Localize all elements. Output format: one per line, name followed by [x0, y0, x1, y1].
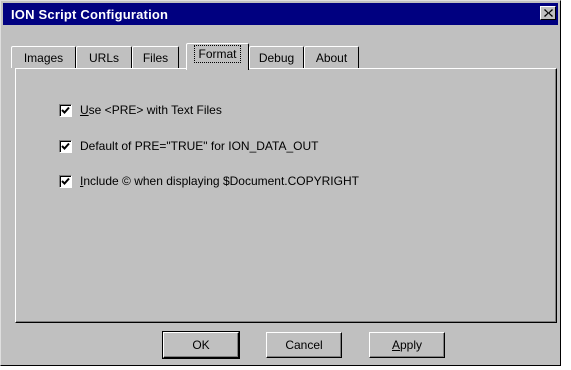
tab-images-label: Images	[23, 50, 64, 65]
tab-about-label: About	[315, 50, 348, 65]
cancel-button-label: Cancel	[285, 338, 323, 352]
tab-files[interactable]: Files	[132, 46, 179, 68]
option-use-pre[interactable]: Use <PRE> with Text Files	[59, 102, 222, 118]
ion-script-configuration-dialog: ION Script Configuration Images URLs Fil…	[0, 0, 561, 366]
include-copyright-label: Include © when displaying $Document.COPY…	[80, 174, 359, 188]
close-button[interactable]	[540, 6, 556, 20]
ok-button-label: OK	[192, 338, 210, 352]
tab-format-label: Format	[194, 45, 241, 63]
checkmark-icon	[61, 142, 70, 150]
default-pre-true-label: Default of PRE="TRUE" for ION_DATA_OUT	[80, 139, 319, 153]
tab-images[interactable]: Images	[11, 46, 76, 68]
include-copyright-checkbox[interactable]	[59, 174, 72, 188]
title-bar[interactable]: ION Script Configuration	[3, 3, 558, 25]
checkmark-icon	[61, 106, 70, 114]
option-default-pre-true[interactable]: Default of PRE="TRUE" for ION_DATA_OUT	[59, 138, 318, 154]
tab-urls-label: URLs	[88, 50, 119, 65]
checkmark-icon	[61, 177, 70, 185]
apply-button[interactable]: Apply	[369, 332, 445, 358]
tab-debug-label: Debug	[258, 50, 295, 65]
window-title: ION Script Configuration	[11, 7, 169, 22]
format-tab-panel: Use <PRE> with Text Files Default of PRE…	[15, 68, 557, 323]
tab-about[interactable]: About	[304, 46, 359, 68]
tab-urls[interactable]: URLs	[76, 46, 132, 68]
cancel-button[interactable]: Cancel	[266, 332, 342, 358]
option-include-copyright[interactable]: Include © when displaying $Document.COPY…	[59, 173, 359, 189]
default-pre-true-checkbox[interactable]	[59, 139, 72, 153]
tab-format[interactable]: Format	[186, 43, 249, 70]
close-icon	[543, 9, 553, 17]
tab-debug[interactable]: Debug	[249, 46, 304, 68]
tab-files-label: Files	[142, 50, 169, 65]
use-pre-checkbox[interactable]	[59, 103, 72, 117]
use-pre-label: Use <PRE> with Text Files	[80, 103, 222, 117]
ok-button[interactable]: OK	[162, 331, 240, 359]
apply-button-label: Apply	[391, 338, 423, 352]
